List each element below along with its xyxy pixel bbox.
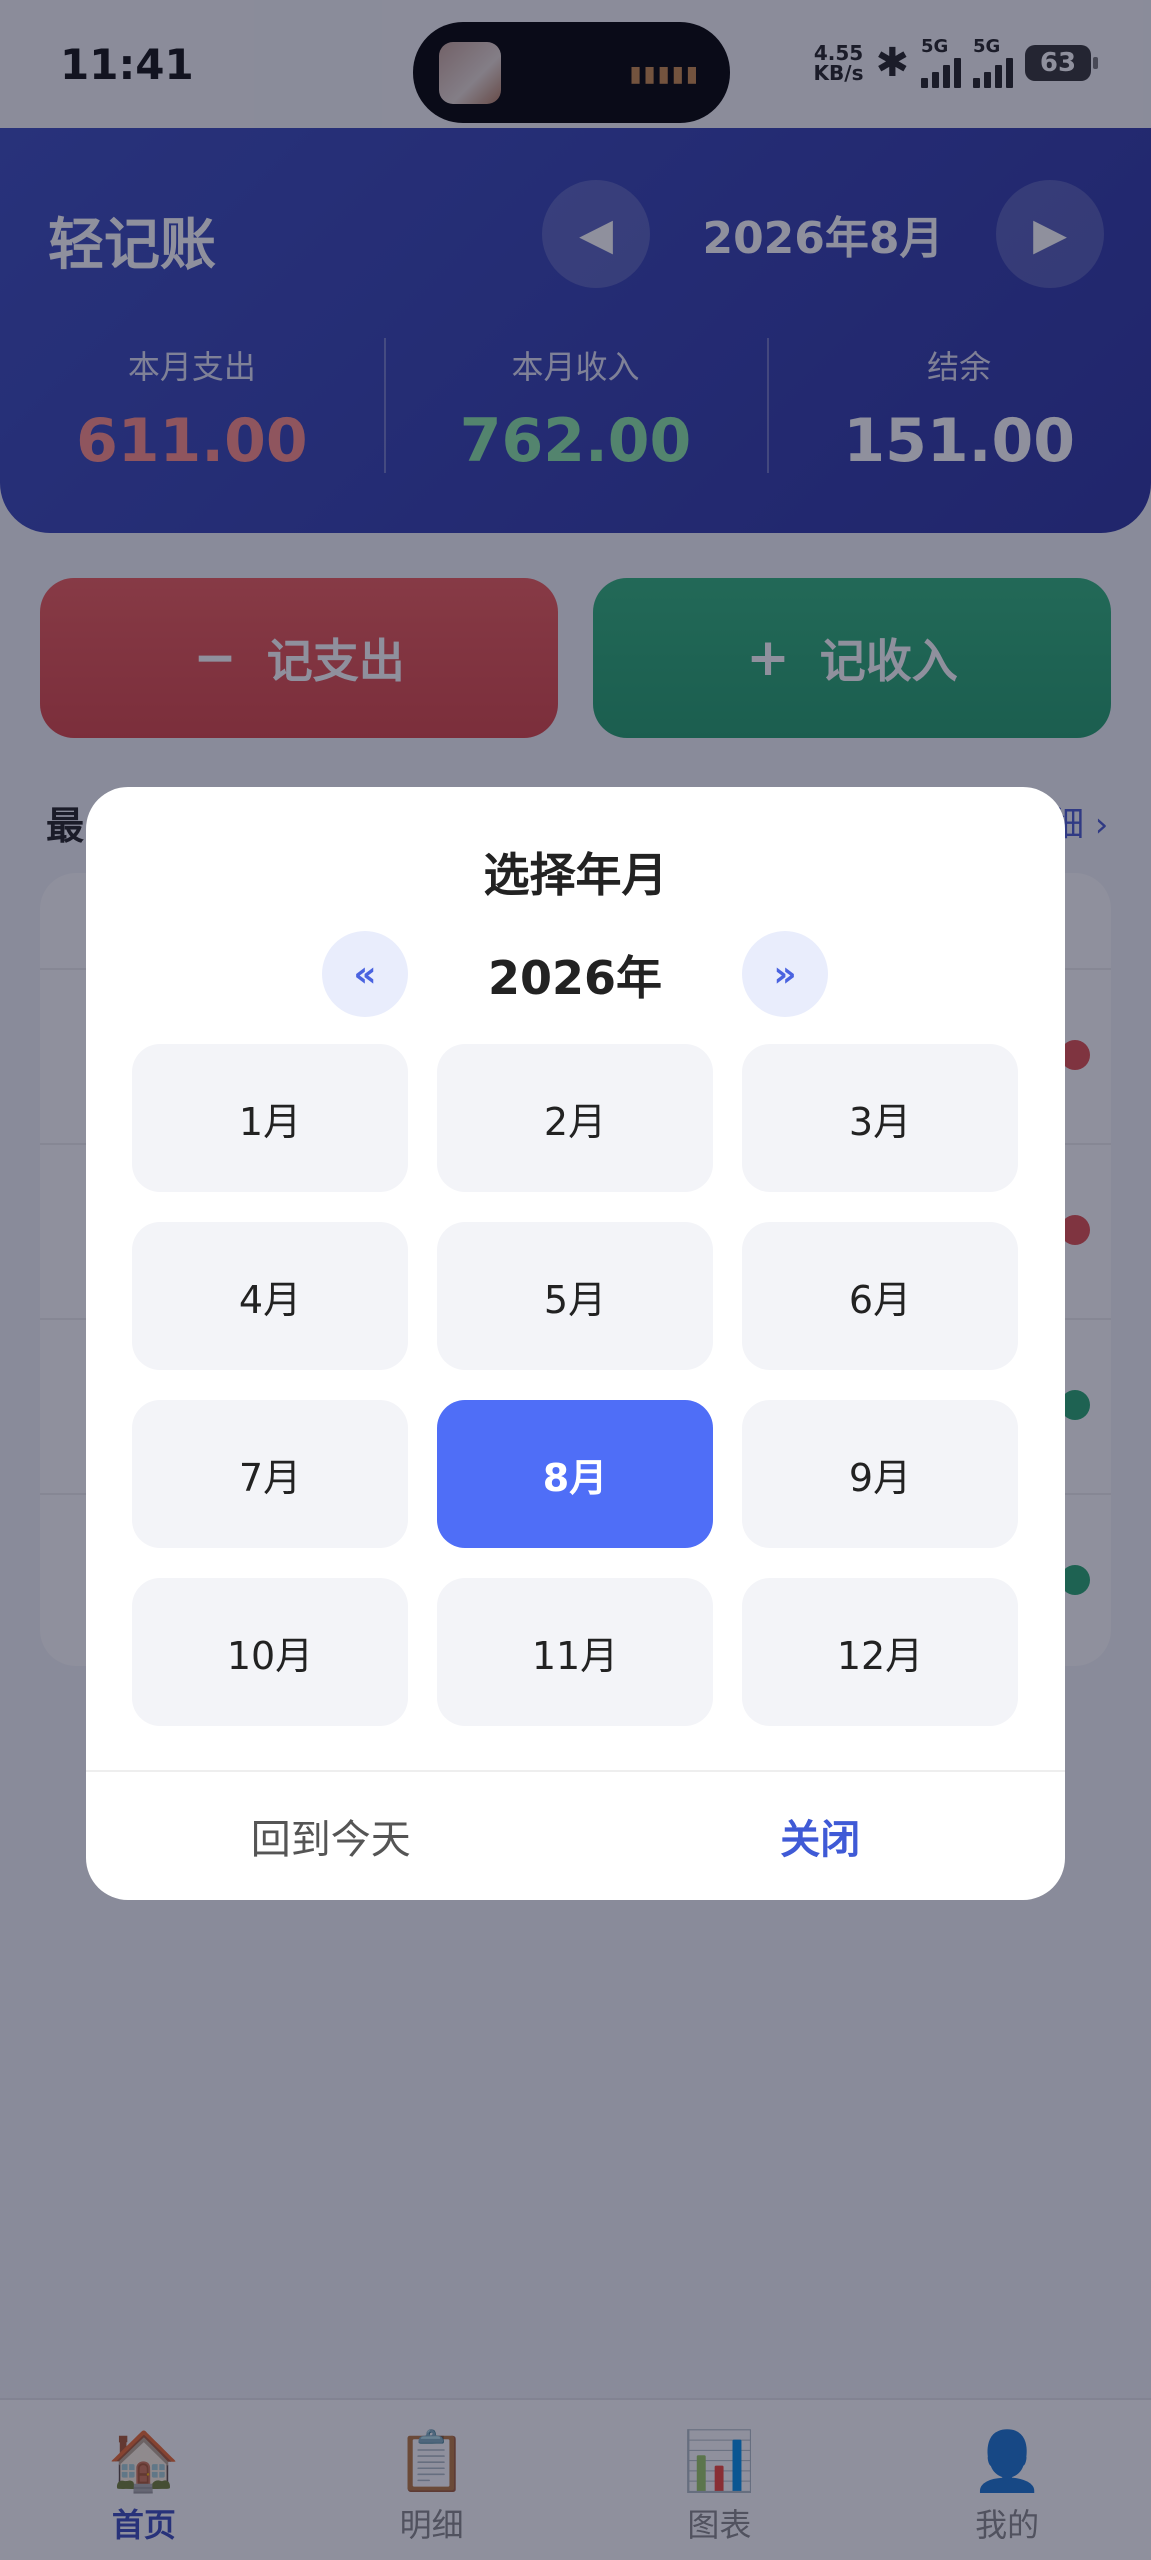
double-chevron-left-icon: « — [353, 953, 377, 995]
next-year-button[interactable]: » — [742, 931, 828, 1017]
month-option-12[interactable]: 12月 — [742, 1578, 1018, 1726]
month-option-1[interactable]: 1月 — [132, 1044, 408, 1192]
year-label: 2026年 — [487, 951, 663, 1005]
month-option-9[interactable]: 9月 — [742, 1400, 1018, 1548]
dialog-title: 选择年月 — [483, 848, 668, 902]
month-option-2[interactable]: 2月 — [437, 1044, 713, 1192]
month-option-8[interactable]: 8月 — [437, 1400, 713, 1548]
month-option-11[interactable]: 11月 — [437, 1578, 713, 1726]
month-option-10[interactable]: 10月 — [132, 1578, 408, 1726]
month-option-3[interactable]: 3月 — [742, 1044, 1018, 1192]
prev-year-button[interactable]: « — [322, 931, 408, 1017]
double-chevron-right-icon: » — [773, 953, 797, 995]
month-picker-dialog: 选择年月 « 2026年 » 1月 2月 3月 4月 5月 6月 7月 8月 9月 10月 11月 1… — [86, 787, 1065, 1900]
month-option-5[interactable]: 5月 — [437, 1222, 713, 1370]
close-button[interactable]: 关闭 — [576, 1772, 1066, 1900]
month-grid: 1月 2月 3月 4月 5月 6月 7月 8月 9月 10月 11月 12月 — [132, 1044, 1019, 1726]
month-option-7[interactable]: 7月 — [132, 1400, 408, 1548]
month-option-6[interactable]: 6月 — [742, 1222, 1018, 1370]
month-option-4[interactable]: 4月 — [132, 1222, 408, 1370]
dialog-footer: 回到今天 关闭 — [86, 1770, 1065, 1900]
back-to-today-button[interactable]: 回到今天 — [86, 1772, 576, 1900]
